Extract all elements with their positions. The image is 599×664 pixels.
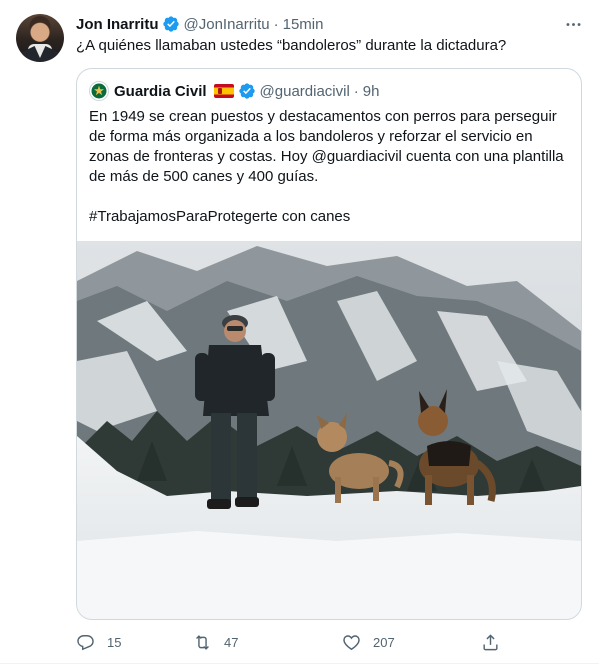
tweet: Jon Inarritu @JonInarritu · 15min ¿A qui… (0, 0, 599, 664)
reply-button[interactable]: 15 (76, 628, 121, 656)
reply-icon (77, 634, 94, 650)
quoted-time[interactable]: 9h (363, 83, 380, 100)
separator: · (353, 82, 359, 100)
tweet-text: ¿A quiénes llamaban ustedes “bandoleros”… (76, 37, 507, 54)
quoted-photo[interactable] (77, 241, 581, 619)
tweet-time[interactable]: 15min (283, 16, 324, 33)
snow-mountain-scene-image (77, 241, 581, 619)
reply-count: 15 (107, 634, 122, 650)
quoted-author-name[interactable]: Guardia Civil (114, 83, 207, 100)
like-button[interactable]: 207 (342, 628, 395, 656)
heart-icon (343, 634, 360, 650)
quoted-tweet[interactable]: Guardia Civil @guardiacivil · 9h En 1949… (76, 68, 582, 620)
share-button[interactable] (481, 628, 512, 656)
retweet-count: 47 (224, 634, 239, 650)
quoted-paragraph: En 1949 se crean puestos y destacamentos… (89, 108, 564, 185)
verified-badge-icon (238, 83, 255, 99)
author-name[interactable]: Jon Inarritu (76, 16, 159, 33)
retweet-icon (196, 634, 209, 650)
author-avatar[interactable] (16, 14, 64, 62)
guardia-civil-emblem-icon[interactable] (89, 81, 109, 101)
tweet-actions: 15 47 207 (76, 628, 506, 656)
share-icon (483, 633, 498, 650)
quoted-header: Guardia Civil @guardiacivil · 9h (89, 81, 379, 101)
spain-flag-icon (213, 84, 234, 98)
tweet-header: Jon Inarritu @JonInarritu · 15min (76, 14, 323, 34)
like-count: 207 (373, 634, 395, 650)
retweet-button[interactable]: 47 (193, 628, 238, 656)
author-handle[interactable]: @JonInarritu (184, 16, 270, 33)
quoted-text: En 1949 se crean puestos y destacamentos… (89, 107, 571, 227)
verified-badge-icon (162, 16, 179, 32)
separator: · (273, 15, 279, 33)
more-horizontal-icon[interactable] (562, 14, 584, 34)
hashtag-paragraph: #TrabajamosParaProtegerte con canes (89, 208, 351, 225)
quoted-author-handle[interactable]: @guardiacivil (260, 83, 350, 100)
